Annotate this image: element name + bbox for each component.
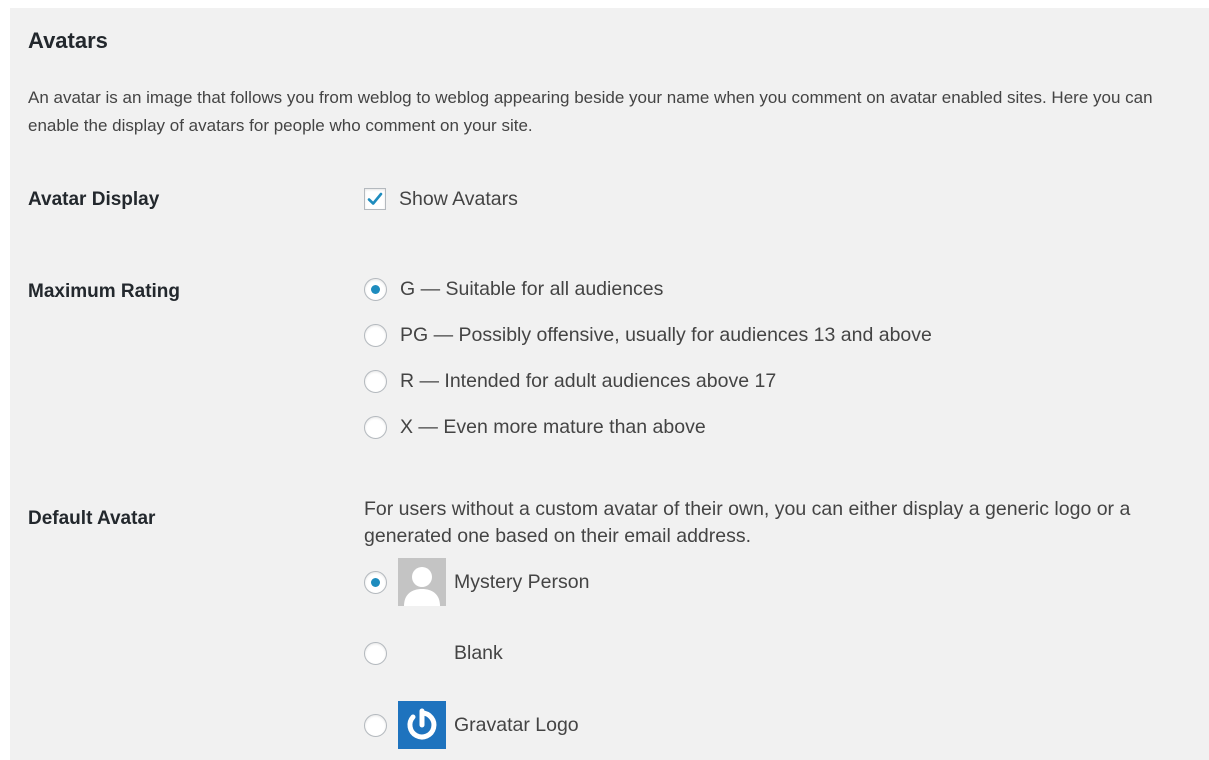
rating-option-label: X — Even more mature than above [400, 415, 706, 438]
default-avatar-option-label: Gravatar Logo [454, 713, 579, 736]
mystery-person-icon [398, 558, 446, 606]
rating-option-label: R — Intended for adult audiences above 1… [400, 369, 777, 392]
avatars-settings-panel: Avatars An avatar is an image that follo… [10, 8, 1209, 760]
maximum-rating-label: Maximum Rating [28, 281, 181, 302]
rating-radio-pg[interactable] [364, 323, 387, 347]
rating-option-r[interactable]: R — Intended for adult audiences above 1… [364, 366, 776, 396]
default-avatar-option-blank[interactable]: Blank [364, 628, 503, 678]
default-avatar-radio-blank[interactable] [364, 641, 387, 665]
rating-option-g[interactable]: G — Suitable for all audiences [364, 274, 663, 304]
show-avatars-checkbox[interactable] [364, 188, 386, 210]
default-avatar-option-gravatar[interactable]: Gravatar Logo [364, 700, 579, 750]
section-description: An avatar is an image that follows you f… [28, 88, 1153, 135]
show-avatars-option[interactable]: Show Avatars [364, 184, 518, 214]
default-avatar-option-label: Blank [454, 641, 503, 664]
checkmark-icon [367, 192, 383, 205]
rating-option-label: G — Suitable for all audiences [400, 277, 664, 300]
default-avatar-radio-gravatar[interactable] [364, 713, 387, 737]
rating-radio-x[interactable] [364, 415, 387, 439]
blank-avatar-icon [398, 629, 446, 677]
avatar-display-label: Avatar Display [28, 189, 160, 210]
default-avatar-radio-mystery[interactable] [364, 570, 387, 594]
gravatar-logo-icon [398, 701, 446, 749]
section-title: Avatars [28, 28, 108, 53]
rating-radio-r[interactable] [364, 369, 387, 393]
default-avatar-description: For users without a custom avatar of the… [364, 498, 1131, 547]
rating-option-label: PG — Possibly offensive, usually for aud… [400, 323, 932, 346]
rating-option-x[interactable]: X — Even more mature than above [364, 412, 706, 442]
default-avatar-label: Default Avatar [28, 508, 156, 529]
rating-option-pg[interactable]: PG — Possibly offensive, usually for aud… [364, 320, 932, 350]
show-avatars-label: Show Avatars [399, 187, 518, 210]
default-avatar-option-label: Mystery Person [454, 570, 590, 593]
rating-radio-g[interactable] [364, 277, 387, 301]
default-avatar-option-mystery[interactable]: Mystery Person [364, 557, 589, 607]
